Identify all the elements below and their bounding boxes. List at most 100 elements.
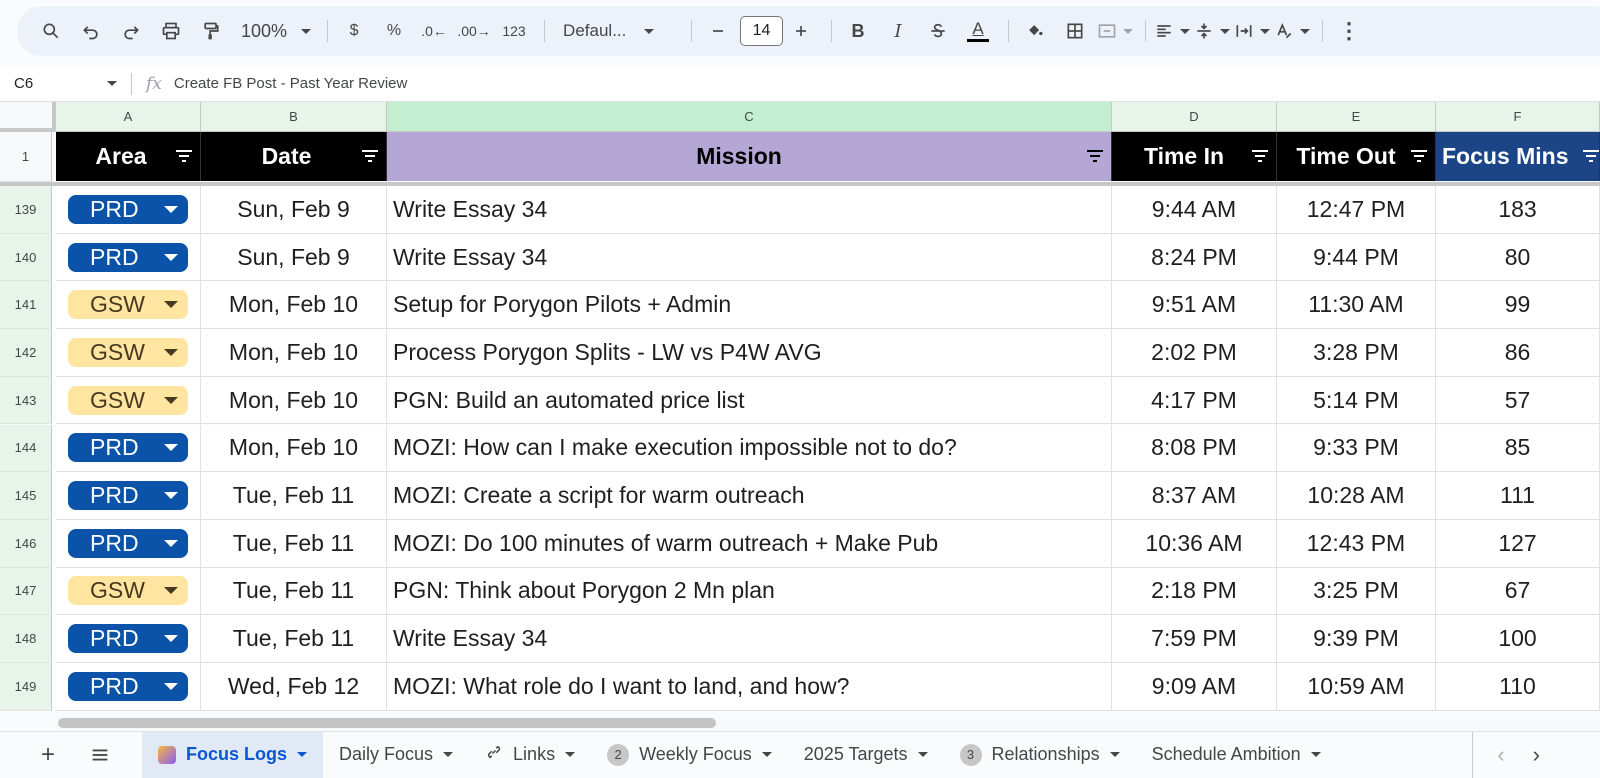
header-cell-focus-mins[interactable]: Focus Mins [1436, 132, 1600, 181]
cell-time-out[interactable]: 10:28 AM [1277, 472, 1436, 519]
header-cell-mission[interactable]: Mission [387, 132, 1112, 181]
undo-icon[interactable] [73, 15, 109, 47]
cell-mission[interactable]: MOZI: Create a script for warm outreach [387, 472, 1112, 519]
cell-time-in[interactable]: 2:02 PM [1112, 329, 1277, 376]
tab-links[interactable]: Links [469, 732, 591, 778]
fill-color-icon[interactable] [1017, 15, 1053, 47]
row-header[interactable]: 146 [0, 519, 52, 568]
paint-format-icon[interactable] [193, 15, 229, 47]
header-cell-time-out[interactable]: Time Out [1277, 132, 1436, 181]
more-options-icon[interactable]: ⋮ [1331, 15, 1367, 47]
cell-date[interactable]: Wed, Feb 12 [201, 663, 387, 710]
cell-time-in[interactable]: 9:09 AM [1112, 663, 1277, 710]
cell-time-out[interactable]: 12:47 PM [1277, 186, 1436, 233]
cell-date[interactable]: Tue, Feb 11 [201, 519, 387, 567]
cell-time-out[interactable]: 9:33 PM [1277, 424, 1436, 472]
cell-mins[interactable]: 57 [1436, 376, 1600, 424]
cell-time-out[interactable]: 12:43 PM [1277, 519, 1436, 567]
cell-area[interactable]: PRD [56, 186, 201, 233]
cell-mission[interactable]: Process Porygon Splits - LW vs P4W AVG [387, 329, 1112, 376]
row-header[interactable]: 139 [0, 186, 52, 234]
font-size-input[interactable]: 14 [740, 16, 784, 46]
font-family-select[interactable]: Defaul... [553, 21, 683, 41]
tab-relationships[interactable]: 3 Relationships [944, 732, 1136, 778]
row-header[interactable]: 143 [0, 376, 52, 425]
area-dropdown-chip[interactable]: GSW [68, 576, 188, 606]
decrease-font-size-button[interactable] [700, 15, 736, 47]
column-header-a[interactable]: A [56, 102, 201, 132]
area-dropdown-chip[interactable]: GSW [68, 290, 188, 320]
more-formats-button[interactable]: 123 [496, 15, 532, 47]
area-dropdown-chip[interactable]: PRD [68, 433, 188, 463]
merge-cells-icon[interactable] [1097, 15, 1134, 47]
cell-time-out[interactable]: 9:44 PM [1277, 233, 1436, 281]
zoom-select[interactable]: 100% [233, 21, 319, 42]
cell-area[interactable]: GSW [56, 281, 201, 329]
cell-time-in[interactable]: 9:51 AM [1112, 281, 1277, 329]
row-header[interactable]: 147 [0, 567, 52, 616]
cell-time-out[interactable]: 10:59 AM [1277, 663, 1436, 710]
cell-date[interactable]: Tue, Feb 11 [201, 567, 387, 615]
cell-time-out[interactable]: 5:14 PM [1277, 376, 1436, 424]
cell-mission[interactable]: Write Essay 34 [387, 615, 1112, 662]
cell-mission[interactable]: PGN: Build an automated price list [387, 376, 1112, 424]
row-header[interactable]: 145 [0, 472, 52, 520]
tab-daily-focus[interactable]: Daily Focus [323, 732, 469, 778]
cell-mins[interactable]: 127 [1436, 519, 1600, 567]
cell-time-in[interactable]: 8:37 AM [1112, 472, 1277, 519]
cell-mission[interactable]: MOZI: How can I make execution impossibl… [387, 424, 1112, 472]
cell-date[interactable]: Mon, Feb 10 [201, 281, 387, 329]
text-color-button[interactable]: A [960, 15, 996, 47]
area-dropdown-chip[interactable]: GSW [68, 385, 188, 415]
text-rotation-icon[interactable] [1274, 15, 1311, 47]
area-dropdown-chip[interactable]: PRD [68, 671, 188, 701]
cell-mins[interactable]: 80 [1436, 233, 1600, 281]
cell-date[interactable]: Sun, Feb 9 [201, 233, 387, 281]
cell-area[interactable]: PRD [56, 472, 201, 519]
cell-mins[interactable]: 67 [1436, 567, 1600, 615]
filter-icon[interactable] [362, 150, 378, 162]
area-dropdown-chip[interactable]: PRD [68, 528, 188, 558]
header-cell-area[interactable]: Area [56, 132, 201, 181]
row-header[interactable]: 142 [0, 329, 52, 377]
vertical-align-icon[interactable] [1194, 15, 1231, 47]
filter-icon[interactable] [1583, 150, 1599, 162]
row-header[interactable]: 141 [0, 281, 52, 330]
cell-date[interactable]: Mon, Feb 10 [201, 329, 387, 376]
area-dropdown-chip[interactable]: PRD [68, 194, 188, 224]
horizontal-scrollbar[interactable] [56, 716, 1600, 730]
text-wrapping-icon[interactable] [1234, 15, 1271, 47]
cell-date[interactable]: Tue, Feb 11 [201, 615, 387, 662]
strikethrough-icon[interactable] [920, 15, 956, 47]
row-header[interactable]: 140 [0, 233, 52, 282]
italic-button[interactable]: I [880, 15, 916, 47]
column-header-b[interactable]: B [201, 102, 387, 132]
cell-mins[interactable]: 86 [1436, 329, 1600, 376]
cell-mins[interactable]: 85 [1436, 424, 1600, 472]
cell-area[interactable]: GSW [56, 329, 201, 376]
horizontal-align-icon[interactable] [1154, 15, 1191, 47]
cell-time-in[interactable]: 7:59 PM [1112, 615, 1277, 662]
cell-date[interactable]: Sun, Feb 9 [201, 186, 387, 233]
cell-time-in[interactable]: 8:08 PM [1112, 424, 1277, 472]
cell-mission[interactable]: Setup for Porygon Pilots + Admin [387, 281, 1112, 329]
tab-focus-logs[interactable]: Focus Logs [142, 731, 324, 778]
cell-area[interactable]: PRD [56, 615, 201, 662]
search-menus-icon[interactable] [33, 15, 69, 47]
select-all-corner[interactable] [0, 102, 56, 132]
cell-mins[interactable]: 111 [1436, 472, 1600, 519]
borders-icon[interactable] [1057, 15, 1093, 47]
row-header[interactable]: 144 [0, 424, 52, 473]
area-dropdown-chip[interactable]: PRD [68, 624, 188, 654]
cell-date[interactable]: Mon, Feb 10 [201, 424, 387, 472]
filter-icon[interactable] [1087, 150, 1103, 162]
area-dropdown-chip[interactable]: PRD [68, 481, 188, 511]
row-header[interactable]: 149 [0, 663, 52, 711]
cell-area[interactable]: PRD [56, 519, 201, 567]
cell-mission[interactable]: Write Essay 34 [387, 233, 1112, 281]
header-cell-date[interactable]: Date [201, 132, 387, 181]
name-box[interactable]: C6 [0, 72, 132, 95]
increase-decimal-button[interactable]: .00 → [456, 15, 492, 47]
cell-mission[interactable]: Write Essay 34 [387, 186, 1112, 233]
cell-mins[interactable]: 183 [1436, 186, 1600, 233]
